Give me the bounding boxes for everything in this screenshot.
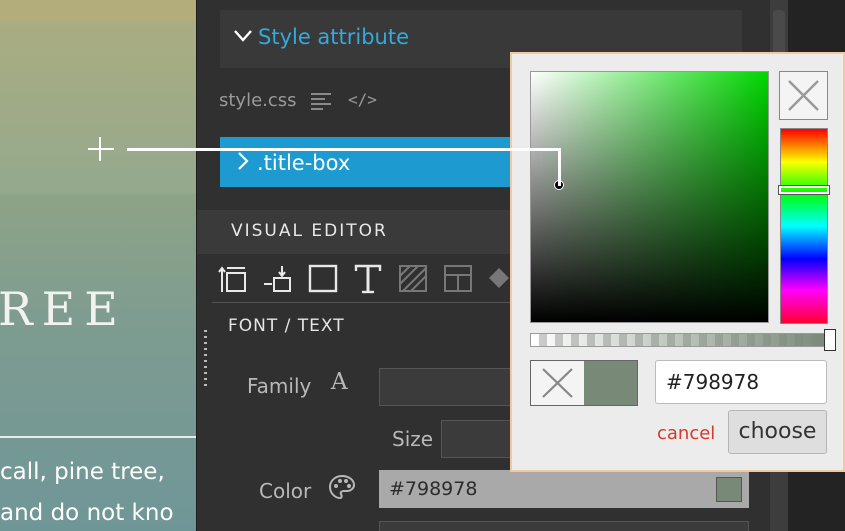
alpha-slider-handle[interactable] xyxy=(824,329,836,351)
alpha-slider[interactable] xyxy=(530,333,830,347)
size-label: Size xyxy=(392,427,434,451)
palette-icon xyxy=(328,474,356,505)
code-icon[interactable]: </> xyxy=(348,90,377,109)
selector-name[interactable]: .title-box xyxy=(257,151,350,175)
crosshair-cursor xyxy=(88,148,114,150)
canvas-paragraph-line: and do not kno xyxy=(0,500,174,526)
picker-connector-line xyxy=(558,148,561,186)
hex-input[interactable] xyxy=(655,360,827,404)
position-icon[interactable] xyxy=(262,262,294,296)
next-input[interactable] xyxy=(379,521,749,531)
color-swatch[interactable] xyxy=(716,477,742,502)
picker-connector-line xyxy=(127,148,561,151)
previous-color-clear[interactable] xyxy=(531,361,584,405)
resize-handle[interactable] xyxy=(204,330,207,388)
canvas-top-band xyxy=(0,0,196,22)
canvas-heading: REE xyxy=(0,282,127,336)
font-text-title: FONT / TEXT xyxy=(228,316,345,336)
saturation-value-area[interactable] xyxy=(530,71,769,323)
color-input-value: #798978 xyxy=(389,478,478,500)
color-input[interactable]: #798978 xyxy=(379,470,749,508)
clear-color-button[interactable] xyxy=(779,71,828,120)
align-lines-icon[interactable] xyxy=(311,92,331,110)
family-input[interactable] xyxy=(379,368,514,406)
hue-slider-handle[interactable] xyxy=(778,185,830,195)
chevron-down-icon[interactable] xyxy=(233,24,253,49)
background-icon[interactable] xyxy=(397,262,429,296)
color-label: Color xyxy=(259,479,312,503)
choose-button[interactable]: choose xyxy=(728,410,827,454)
style-attribute-title[interactable]: Style attribute xyxy=(258,25,409,49)
border-icon[interactable] xyxy=(307,262,339,296)
toolbar-divider xyxy=(212,302,512,303)
canvas-paragraph-line: call, pine tree, xyxy=(0,459,165,485)
stylesheet-name[interactable]: style.css xyxy=(219,90,297,111)
typography-icon[interactable] xyxy=(352,262,384,296)
page-canvas[interactable]: REE call, pine tree, and do not kno xyxy=(0,0,196,531)
layout-icon[interactable] xyxy=(442,262,474,296)
font-family-icon: A xyxy=(331,369,348,395)
cancel-button[interactable]: cancel xyxy=(657,423,715,444)
chevron-right-icon[interactable] xyxy=(237,151,249,176)
current-color-preview xyxy=(584,361,637,405)
spacing-icon[interactable] xyxy=(218,262,250,296)
hue-slider[interactable] xyxy=(780,128,828,324)
family-label: Family xyxy=(247,374,312,398)
canvas-divider xyxy=(0,436,196,438)
selected-element-highlight xyxy=(0,22,196,194)
size-input[interactable] xyxy=(441,420,514,458)
visual-editor-title: VISUAL EDITOR xyxy=(231,221,388,241)
